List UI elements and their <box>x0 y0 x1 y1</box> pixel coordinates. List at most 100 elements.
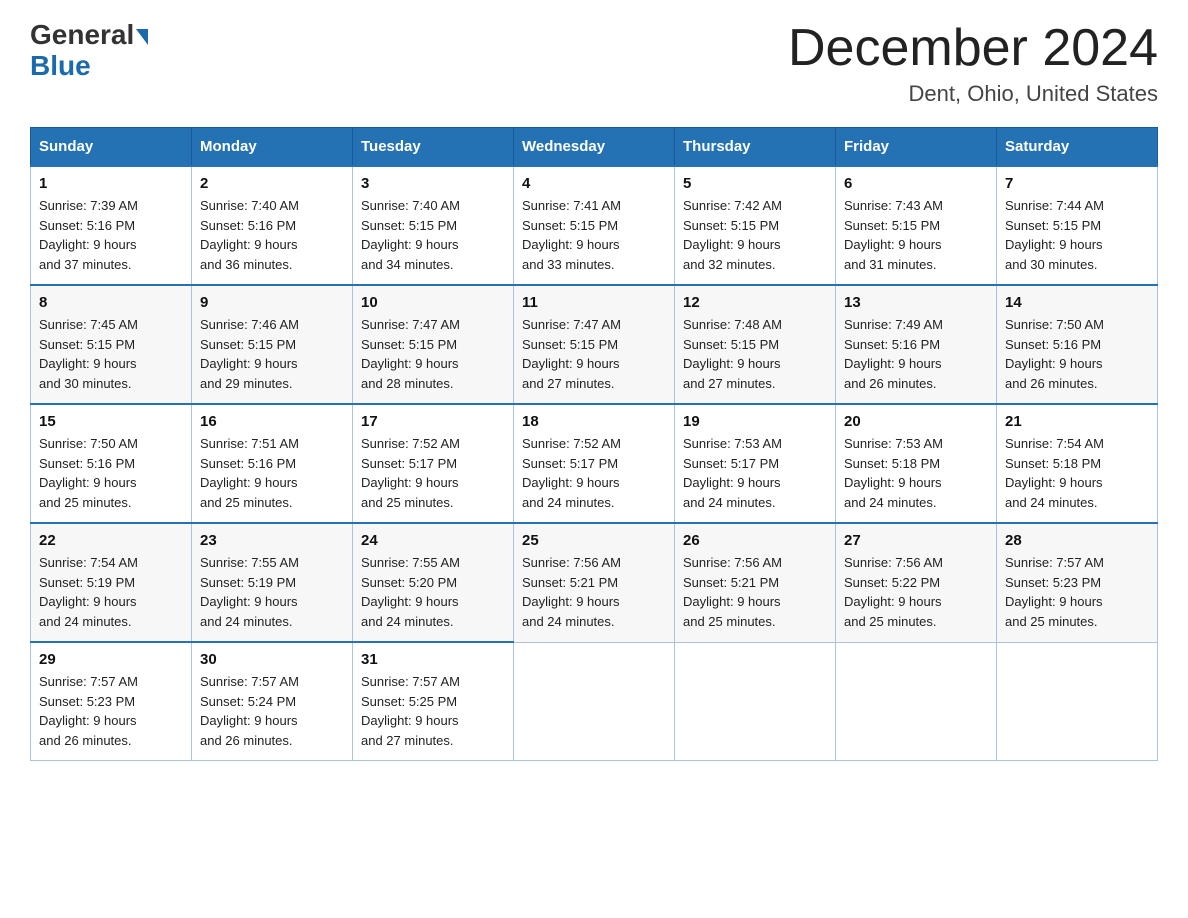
day-number: 15 <box>39 413 183 430</box>
day-info: Sunrise: 7:48 AMSunset: 5:15 PMDaylight:… <box>683 315 827 393</box>
day-info: Sunrise: 7:56 AMSunset: 5:21 PMDaylight:… <box>522 553 666 631</box>
calendar-day-cell: 28 Sunrise: 7:57 AMSunset: 5:23 PMDaylig… <box>997 523 1158 642</box>
calendar-day-cell: 3 Sunrise: 7:40 AMSunset: 5:15 PMDayligh… <box>353 166 514 285</box>
day-number: 20 <box>844 413 988 430</box>
calendar-day-cell: 27 Sunrise: 7:56 AMSunset: 5:22 PMDaylig… <box>836 523 997 642</box>
day-info: Sunrise: 7:52 AMSunset: 5:17 PMDaylight:… <box>522 434 666 512</box>
day-number: 30 <box>200 651 344 668</box>
day-info: Sunrise: 7:53 AMSunset: 5:18 PMDaylight:… <box>844 434 988 512</box>
calendar-table: SundayMondayTuesdayWednesdayThursdayFrid… <box>30 127 1158 761</box>
day-info: Sunrise: 7:49 AMSunset: 5:16 PMDaylight:… <box>844 315 988 393</box>
calendar-location: Dent, Ohio, United States <box>788 81 1158 107</box>
calendar-day-cell: 29 Sunrise: 7:57 AMSunset: 5:23 PMDaylig… <box>31 642 192 761</box>
calendar-week-row: 22 Sunrise: 7:54 AMSunset: 5:19 PMDaylig… <box>31 523 1158 642</box>
day-info: Sunrise: 7:45 AMSunset: 5:15 PMDaylight:… <box>39 315 183 393</box>
day-number: 7 <box>1005 175 1149 192</box>
calendar-day-cell: 15 Sunrise: 7:50 AMSunset: 5:16 PMDaylig… <box>31 404 192 523</box>
weekday-header-tuesday: Tuesday <box>353 128 514 167</box>
calendar-day-cell: 17 Sunrise: 7:52 AMSunset: 5:17 PMDaylig… <box>353 404 514 523</box>
calendar-day-cell: 22 Sunrise: 7:54 AMSunset: 5:19 PMDaylig… <box>31 523 192 642</box>
calendar-day-cell: 18 Sunrise: 7:52 AMSunset: 5:17 PMDaylig… <box>514 404 675 523</box>
day-number: 23 <box>200 532 344 549</box>
day-number: 5 <box>683 175 827 192</box>
day-number: 26 <box>683 532 827 549</box>
day-info: Sunrise: 7:43 AMSunset: 5:15 PMDaylight:… <box>844 196 988 274</box>
calendar-day-cell: 30 Sunrise: 7:57 AMSunset: 5:24 PMDaylig… <box>192 642 353 761</box>
calendar-day-cell: 11 Sunrise: 7:47 AMSunset: 5:15 PMDaylig… <box>514 285 675 404</box>
calendar-day-cell: 19 Sunrise: 7:53 AMSunset: 5:17 PMDaylig… <box>675 404 836 523</box>
calendar-day-cell: 9 Sunrise: 7:46 AMSunset: 5:15 PMDayligh… <box>192 285 353 404</box>
day-number: 21 <box>1005 413 1149 430</box>
day-info: Sunrise: 7:54 AMSunset: 5:18 PMDaylight:… <box>1005 434 1149 512</box>
day-info: Sunrise: 7:44 AMSunset: 5:15 PMDaylight:… <box>1005 196 1149 274</box>
day-info: Sunrise: 7:53 AMSunset: 5:17 PMDaylight:… <box>683 434 827 512</box>
day-number: 10 <box>361 294 505 311</box>
logo-general-text: General <box>30 20 134 51</box>
empty-cell <box>514 642 675 761</box>
day-info: Sunrise: 7:57 AMSunset: 5:23 PMDaylight:… <box>39 672 183 750</box>
calendar-day-cell: 20 Sunrise: 7:53 AMSunset: 5:18 PMDaylig… <box>836 404 997 523</box>
day-number: 1 <box>39 175 183 192</box>
day-number: 22 <box>39 532 183 549</box>
day-info: Sunrise: 7:50 AMSunset: 5:16 PMDaylight:… <box>1005 315 1149 393</box>
calendar-day-cell: 26 Sunrise: 7:56 AMSunset: 5:21 PMDaylig… <box>675 523 836 642</box>
day-info: Sunrise: 7:54 AMSunset: 5:19 PMDaylight:… <box>39 553 183 631</box>
day-number: 28 <box>1005 532 1149 549</box>
calendar-day-cell: 4 Sunrise: 7:41 AMSunset: 5:15 PMDayligh… <box>514 166 675 285</box>
calendar-week-row: 8 Sunrise: 7:45 AMSunset: 5:15 PMDayligh… <box>31 285 1158 404</box>
empty-cell <box>836 642 997 761</box>
weekday-header-sunday: Sunday <box>31 128 192 167</box>
day-number: 17 <box>361 413 505 430</box>
title-block: December 2024 Dent, Ohio, United States <box>788 20 1158 107</box>
empty-cell <box>997 642 1158 761</box>
day-number: 13 <box>844 294 988 311</box>
logo: General Blue <box>30 20 148 82</box>
calendar-day-cell: 16 Sunrise: 7:51 AMSunset: 5:16 PMDaylig… <box>192 404 353 523</box>
calendar-day-cell: 31 Sunrise: 7:57 AMSunset: 5:25 PMDaylig… <box>353 642 514 761</box>
logo-triangle-icon <box>136 29 148 45</box>
calendar-day-cell: 23 Sunrise: 7:55 AMSunset: 5:19 PMDaylig… <box>192 523 353 642</box>
day-info: Sunrise: 7:52 AMSunset: 5:17 PMDaylight:… <box>361 434 505 512</box>
day-info: Sunrise: 7:57 AMSunset: 5:25 PMDaylight:… <box>361 672 505 750</box>
calendar-day-cell: 12 Sunrise: 7:48 AMSunset: 5:15 PMDaylig… <box>675 285 836 404</box>
calendar-day-cell: 14 Sunrise: 7:50 AMSunset: 5:16 PMDaylig… <box>997 285 1158 404</box>
day-number: 29 <box>39 651 183 668</box>
day-number: 8 <box>39 294 183 311</box>
day-number: 25 <box>522 532 666 549</box>
day-info: Sunrise: 7:51 AMSunset: 5:16 PMDaylight:… <box>200 434 344 512</box>
calendar-body: 1 Sunrise: 7:39 AMSunset: 5:16 PMDayligh… <box>31 166 1158 761</box>
weekday-header-row: SundayMondayTuesdayWednesdayThursdayFrid… <box>31 128 1158 167</box>
day-info: Sunrise: 7:39 AMSunset: 5:16 PMDaylight:… <box>39 196 183 274</box>
day-number: 3 <box>361 175 505 192</box>
calendar-header: SundayMondayTuesdayWednesdayThursdayFrid… <box>31 128 1158 167</box>
calendar-day-cell: 2 Sunrise: 7:40 AMSunset: 5:16 PMDayligh… <box>192 166 353 285</box>
calendar-day-cell: 6 Sunrise: 7:43 AMSunset: 5:15 PMDayligh… <box>836 166 997 285</box>
calendar-week-row: 29 Sunrise: 7:57 AMSunset: 5:23 PMDaylig… <box>31 642 1158 761</box>
day-number: 31 <box>361 651 505 668</box>
day-info: Sunrise: 7:56 AMSunset: 5:21 PMDaylight:… <box>683 553 827 631</box>
day-info: Sunrise: 7:55 AMSunset: 5:19 PMDaylight:… <box>200 553 344 631</box>
weekday-header-monday: Monday <box>192 128 353 167</box>
calendar-day-cell: 5 Sunrise: 7:42 AMSunset: 5:15 PMDayligh… <box>675 166 836 285</box>
day-info: Sunrise: 7:56 AMSunset: 5:22 PMDaylight:… <box>844 553 988 631</box>
day-number: 2 <box>200 175 344 192</box>
empty-cell <box>675 642 836 761</box>
day-info: Sunrise: 7:46 AMSunset: 5:15 PMDaylight:… <box>200 315 344 393</box>
day-info: Sunrise: 7:57 AMSunset: 5:23 PMDaylight:… <box>1005 553 1149 631</box>
page-header: General Blue December 2024 Dent, Ohio, U… <box>30 20 1158 107</box>
calendar-day-cell: 1 Sunrise: 7:39 AMSunset: 5:16 PMDayligh… <box>31 166 192 285</box>
logo-blue-text: Blue <box>30 51 91 82</box>
calendar-day-cell: 24 Sunrise: 7:55 AMSunset: 5:20 PMDaylig… <box>353 523 514 642</box>
calendar-day-cell: 8 Sunrise: 7:45 AMSunset: 5:15 PMDayligh… <box>31 285 192 404</box>
calendar-week-row: 15 Sunrise: 7:50 AMSunset: 5:16 PMDaylig… <box>31 404 1158 523</box>
weekday-header-saturday: Saturday <box>997 128 1158 167</box>
day-info: Sunrise: 7:47 AMSunset: 5:15 PMDaylight:… <box>361 315 505 393</box>
day-number: 14 <box>1005 294 1149 311</box>
day-info: Sunrise: 7:55 AMSunset: 5:20 PMDaylight:… <box>361 553 505 631</box>
calendar-day-cell: 21 Sunrise: 7:54 AMSunset: 5:18 PMDaylig… <box>997 404 1158 523</box>
weekday-header-thursday: Thursday <box>675 128 836 167</box>
day-info: Sunrise: 7:57 AMSunset: 5:24 PMDaylight:… <box>200 672 344 750</box>
day-info: Sunrise: 7:40 AMSunset: 5:15 PMDaylight:… <box>361 196 505 274</box>
calendar-title: December 2024 <box>788 20 1158 77</box>
calendar-day-cell: 7 Sunrise: 7:44 AMSunset: 5:15 PMDayligh… <box>997 166 1158 285</box>
